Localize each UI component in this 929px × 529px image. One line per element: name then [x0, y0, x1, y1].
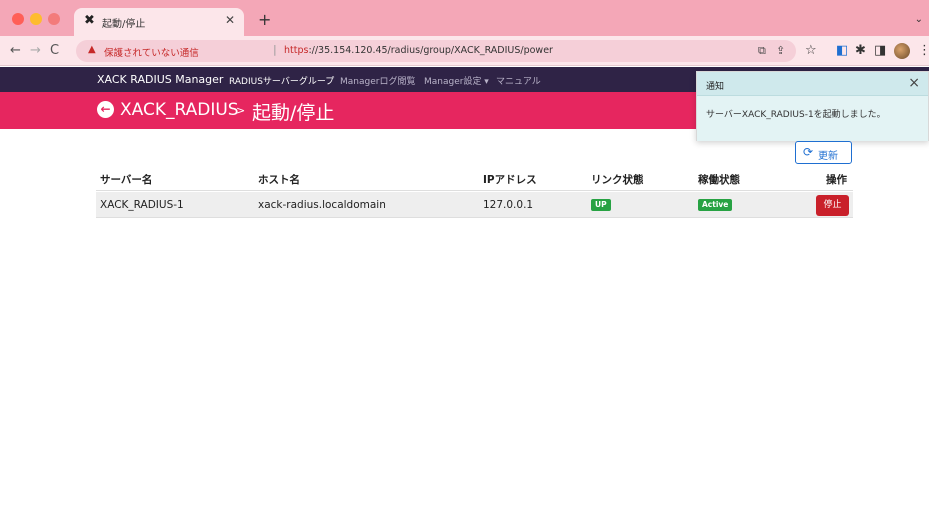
table-row: XACK_RADIUS-1 xack-radius.localdomain 12…: [96, 192, 853, 218]
nav-manager-settings[interactable]: Manager設定 ▾: [424, 74, 489, 87]
refresh-button[interactable]: ⟳ 更新: [795, 141, 852, 164]
side-panel-icon[interactable]: ◨: [874, 43, 886, 58]
toast-message: サーバーXACK_RADIUS-1を起動しました。: [706, 110, 886, 120]
column-header-action: 操作: [826, 174, 847, 186]
favicon-icon: ✖: [84, 13, 95, 28]
profile-avatar[interactable]: [894, 43, 910, 59]
breadcrumb-separator: >: [236, 104, 246, 117]
extensions-puzzle-icon[interactable]: ✱: [855, 43, 866, 58]
toast-title: 通知: [706, 82, 725, 92]
tab-title: 起動/停止: [102, 19, 146, 30]
group-name-link[interactable]: XACK_RADIUS: [120, 100, 239, 120]
column-header-link: リンク状態: [591, 174, 644, 186]
running-status-badge: Active: [698, 199, 733, 211]
security-warning[interactable]: 保護されていない通信: [104, 45, 199, 59]
close-tab-icon[interactable]: ✕: [225, 13, 235, 27]
refresh-icon: ⟳: [803, 145, 814, 159]
menu-icon[interactable]: ⋮: [918, 43, 929, 58]
table-header: サーバー名 ホスト名 IPアドレス リンク状態 稼働状態 操作: [96, 167, 853, 191]
close-window-button[interactable]: [12, 13, 24, 25]
column-header-status: 稼働状態: [698, 174, 740, 186]
tab-bar: ✖ 起動/停止 ✕ + ⌄: [0, 0, 929, 36]
nav-manager-logs[interactable]: Managerログ閲覧: [340, 74, 415, 87]
nav-radius-groups[interactable]: RADIUSサーバーグループ: [229, 74, 334, 87]
tab-search-icon[interactable]: ⌄: [915, 14, 923, 25]
page-title: 起動/停止: [252, 102, 335, 124]
close-icon[interactable]: ×: [908, 75, 920, 91]
maximize-window-button[interactable]: [48, 13, 60, 25]
stop-button[interactable]: 停止: [816, 195, 849, 216]
address-bar[interactable]: ▲ 保護されていない通信 | https://35.154.120.45/rad…: [76, 40, 796, 62]
share-icon[interactable]: ⇪: [776, 44, 785, 57]
extension-icon[interactable]: ◧: [836, 43, 848, 58]
back-arrow-icon[interactable]: ←: [97, 101, 114, 118]
link-status-badge: UP: [591, 199, 611, 211]
column-header-host: ホスト名: [258, 174, 300, 186]
url-divider: |: [273, 43, 277, 56]
minimize-window-button[interactable]: [30, 13, 42, 25]
cell-server-name: XACK_RADIUS-1: [100, 199, 184, 211]
column-header-server: サーバー名: [100, 174, 153, 186]
column-header-ip: IPアドレス: [483, 174, 537, 186]
notification-toast: 通知 × サーバーXACK_RADIUS-1を起動しました。: [696, 71, 929, 141]
forward-icon[interactable]: →: [30, 43, 41, 58]
cell-host-name: xack-radius.localdomain: [258, 199, 386, 211]
bookmark-star-icon[interactable]: ☆: [805, 43, 817, 58]
nav-manual[interactable]: マニュアル: [496, 74, 541, 87]
back-icon[interactable]: ←: [10, 43, 21, 58]
browser-window: ✖ 起動/停止 ✕ + ⌄ ← → C ▲ 保護されていない通信 | https…: [0, 0, 929, 529]
cell-ip-address: 127.0.0.1: [483, 199, 534, 211]
new-tab-button[interactable]: +: [258, 10, 271, 29]
browser-toolbar: ← → C ▲ 保護されていない通信 | https://35.154.120.…: [0, 36, 929, 66]
reload-icon[interactable]: C: [50, 43, 59, 58]
url-text[interactable]: https://35.154.120.45/radius/group/XACK_…: [284, 45, 553, 56]
translate-icon[interactable]: ⧉: [758, 44, 766, 58]
brand-link[interactable]: XACK RADIUS Manager: [97, 73, 223, 86]
browser-tab[interactable]: ✖ 起動/停止 ✕: [74, 8, 244, 36]
warning-icon: ▲: [88, 44, 96, 55]
toast-header: 通知 ×: [697, 72, 928, 96]
refresh-label: 更新: [818, 151, 838, 162]
toast-body: サーバーXACK_RADIUS-1を起動しました。: [697, 96, 928, 141]
